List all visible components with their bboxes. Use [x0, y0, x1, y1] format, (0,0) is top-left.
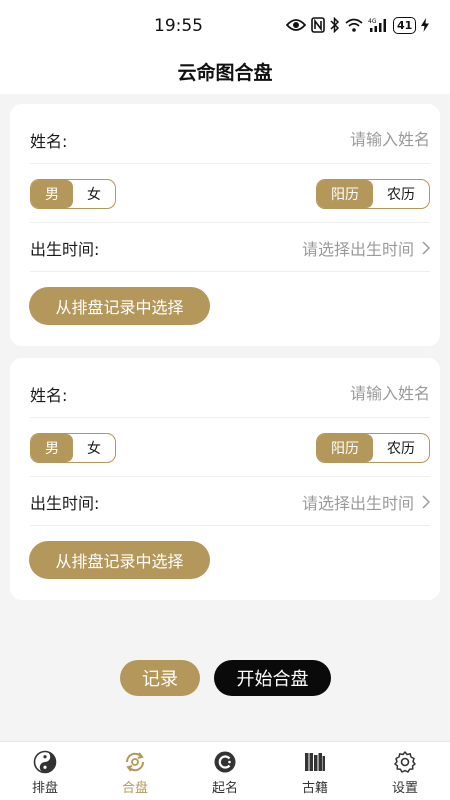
signal-icon: 4G — [368, 18, 386, 32]
name-row: 姓名: — [30, 370, 430, 418]
calendar-solar-option[interactable]: 阳历 — [317, 179, 373, 208]
birth-time-placeholder: 请选择出生时间 — [301, 493, 414, 513]
person-card-1: 姓名: 男 女 阳历 农历 出生时间: 请选择出生时间 从排盘记录中选择 — [10, 104, 440, 346]
birth-time-row[interactable]: 出生时间: 请选择出生时间 — [30, 478, 430, 526]
tab-label: 起名 — [211, 781, 238, 796]
tab-qiming[interactable]: 起名 — [180, 742, 270, 800]
battery-indicator: 41 — [393, 16, 417, 34]
chevron-right-icon — [422, 240, 430, 255]
person-card-2: 姓名: 男 女 阳历 农历 出生时间: 请选择出生时间 从排盘记录中选择 — [10, 358, 440, 600]
birth-time-picker[interactable]: 请选择出生时间 — [302, 490, 430, 514]
calendar-lunar-option[interactable]: 农历 — [373, 434, 429, 462]
chevron-right-icon — [422, 494, 430, 509]
naming-icon — [214, 751, 236, 773]
calendar-lunar-option[interactable]: 农历 — [373, 180, 429, 208]
page-title: 云命图合盘 — [177, 61, 273, 84]
yin-yang-icon — [33, 750, 57, 774]
calendar-toggle: 阳历 农历 — [316, 178, 430, 209]
name-label: 姓名: — [30, 385, 68, 405]
name-input[interactable] — [230, 130, 430, 149]
calendar-solar-option[interactable]: 阳历 — [317, 433, 373, 462]
gender-female-option[interactable]: 女 — [73, 180, 115, 208]
page-header: 云命图合盘 — [0, 48, 450, 94]
books-icon — [305, 753, 325, 771]
tab-label: 古籍 — [301, 781, 328, 796]
tab-guji[interactable]: 古籍 — [270, 742, 360, 800]
record-button[interactable]: 记录 — [120, 660, 200, 696]
charging-icon — [421, 18, 430, 32]
gender-male-option[interactable]: 男 — [31, 433, 73, 462]
tab-paipan[interactable]: 排盘 — [0, 742, 90, 800]
gender-male-option[interactable]: 男 — [31, 179, 73, 208]
calendar-toggle: 阳历 农历 — [316, 432, 430, 463]
svg-text:4G: 4G — [368, 18, 377, 25]
name-label: 姓名: — [30, 131, 68, 151]
tab-label: 设置 — [391, 781, 418, 796]
name-row: 姓名: — [30, 116, 430, 164]
gender-toggle: 男 女 — [30, 178, 116, 209]
tab-label: 排盘 — [31, 781, 58, 796]
tab-shezhi[interactable]: 设置 — [360, 742, 450, 800]
select-from-records-button[interactable]: 从排盘记录中选择 — [29, 287, 210, 325]
birth-time-placeholder: 请选择出生时间 — [301, 239, 414, 259]
gear-icon — [394, 751, 416, 773]
status-icons: 4G 41 — [286, 14, 430, 36]
bottom-tab-bar: 排盘 合盘 起名 古籍 设置 — [0, 741, 450, 800]
status-bar: 19:55 4G 41 — [0, 0, 450, 48]
name-input[interactable] — [230, 384, 430, 403]
start-merge-button[interactable]: 开始合盘 — [214, 660, 331, 696]
birth-time-label: 出生时间: — [30, 493, 100, 513]
wifi-icon — [345, 18, 363, 32]
status-time: 19:55 — [154, 16, 203, 36]
gender-female-option[interactable]: 女 — [73, 434, 115, 462]
gender-toggle: 男 女 — [30, 432, 116, 463]
tab-hepan[interactable]: 合盘 — [90, 742, 180, 800]
bluetooth-icon — [330, 17, 340, 33]
birth-time-picker[interactable]: 请选择出生时间 — [302, 236, 430, 260]
eye-icon — [286, 19, 306, 31]
tab-label: 合盘 — [121, 781, 148, 796]
merge-chart-icon — [125, 752, 145, 772]
select-from-records-button[interactable]: 从排盘记录中选择 — [29, 541, 210, 579]
toggle-row: 男 女 阳历 农历 — [30, 165, 430, 223]
nfc-icon — [311, 17, 325, 33]
birth-time-label: 出生时间: — [30, 239, 100, 259]
toggle-row: 男 女 阳历 农历 — [30, 419, 430, 477]
birth-time-row[interactable]: 出生时间: 请选择出生时间 — [30, 224, 430, 272]
